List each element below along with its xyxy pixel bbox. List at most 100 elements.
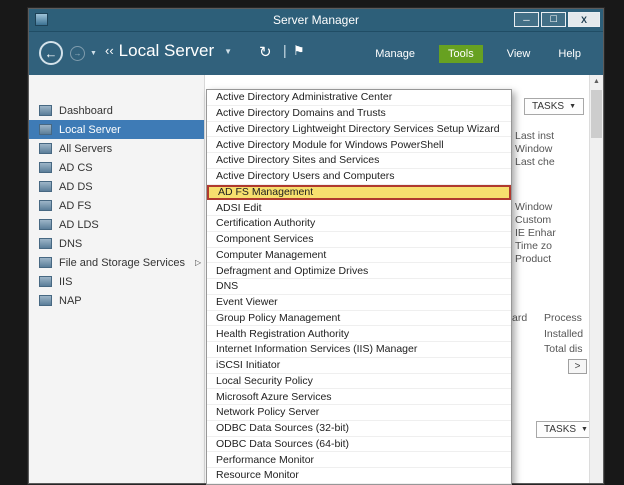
menu-tools[interactable]: Tools — [439, 45, 483, 63]
more-button[interactable]: > — [568, 359, 587, 374]
close-button[interactable]: X — [568, 12, 600, 27]
sidebar-item-ad-cs[interactable]: AD CS — [29, 158, 204, 177]
truncated-text-fragment: Window — [515, 201, 552, 213]
sidebar-item-label: All Servers — [59, 143, 112, 155]
sidebar-item-all-servers[interactable]: All Servers — [29, 139, 204, 158]
back-button[interactable]: ← — [39, 41, 63, 65]
tools-menu-item-active-directory-domains-and-trusts[interactable]: Active Directory Domains and Trusts — [207, 106, 511, 122]
breadcrumb-chevrons-icon: ‹‹ — [105, 43, 114, 58]
truncated-text-fragment: ard — [512, 312, 527, 324]
tools-menu-item-defragment-and-optimize-drives[interactable]: Defragment and Optimize Drives — [207, 263, 511, 279]
breadcrumb[interactable]: ‹‹ Local Server ▼ — [105, 41, 232, 61]
tools-menu-item-microsoft-azure-services[interactable]: Microsoft Azure Services — [207, 389, 511, 405]
breadcrumb-dropdown-icon[interactable]: ▼ — [224, 47, 232, 56]
chevron-down-icon: ▼ — [581, 426, 588, 433]
sidebar-item-local-server[interactable]: Local Server — [29, 120, 204, 139]
sidebar-item-label: DNS — [59, 238, 82, 250]
tools-menu-item-local-security-policy[interactable]: Local Security Policy — [207, 374, 511, 390]
sidebar-item-label: AD DS — [59, 181, 93, 193]
tools-menu-item-certification-authority[interactable]: Certification Authority — [207, 216, 511, 232]
notifications-flag-icon[interactable]: ⚑ — [293, 43, 305, 59]
sidebar-item-dns[interactable]: DNS — [29, 234, 204, 253]
all-servers-icon — [39, 143, 52, 154]
truncated-text-fragment: Custom — [515, 214, 551, 226]
tools-menu-item-health-registration-authority[interactable]: Health Registration Authority — [207, 326, 511, 342]
tools-menu-item-iscsi-initiator[interactable]: iSCSI Initiator — [207, 358, 511, 374]
maximize-button[interactable]: ☐ — [541, 12, 566, 27]
menu-view[interactable]: View — [503, 45, 535, 63]
tools-menu-item-network-policy-server[interactable]: Network Policy Server — [207, 405, 511, 421]
events-tasks-button[interactable]: TASKS ▼ — [536, 421, 596, 438]
tools-menu-item-group-policy-management[interactable]: Group Policy Management — [207, 311, 511, 327]
sidebar-item-nap[interactable]: NAP — [29, 291, 204, 310]
tasks-button[interactable]: TASKS ▼ — [524, 98, 584, 115]
minimize-button[interactable]: ─ — [514, 12, 539, 27]
tools-menu-item-odbc-data-sources-32-bit[interactable]: ODBC Data Sources (32-bit) — [207, 421, 511, 437]
navigation-bar: ← → ▼ ‹‹Local Server▼ ↻ | ⚑ ManageToolsV… — [29, 31, 603, 75]
sidebar-item-label: IIS — [59, 276, 72, 288]
vertical-scrollbar[interactable]: ▲ — [589, 75, 603, 483]
forward-button[interactable]: → — [70, 46, 85, 61]
sidebar-item-ad-lds[interactable]: AD LDS — [29, 215, 204, 234]
tools-menu-item-active-directory-administrative-center[interactable]: Active Directory Administrative Center — [207, 90, 511, 106]
refresh-icon[interactable]: ↻ — [259, 43, 272, 61]
truncated-text-fragment: Window — [515, 143, 552, 155]
menu-help[interactable]: Help — [554, 45, 585, 63]
dashboard-icon — [39, 105, 52, 116]
chevron-down-icon: ▼ — [569, 103, 576, 110]
ad-cs-icon — [39, 162, 52, 173]
tasks-button-label: TASKS — [532, 101, 564, 112]
tools-menu-item-event-viewer[interactable]: Event Viewer — [207, 295, 511, 311]
sidebar-item-ad-fs[interactable]: AD FS — [29, 196, 204, 215]
tools-menu-item-ad-fs-management[interactable]: AD FS Management — [207, 185, 511, 201]
tools-menu-item-active-directory-users-and-computers[interactable]: Active Directory Users and Computers — [207, 169, 511, 185]
scrollbar-thumb[interactable] — [591, 90, 602, 138]
history-dropdown-icon[interactable]: ▼ — [90, 50, 97, 57]
navbar-menus: Manage Tools View Help — [371, 32, 585, 75]
file-storage-icon — [39, 257, 52, 268]
local-server-icon — [39, 124, 52, 135]
ad-ds-icon — [39, 181, 52, 192]
truncated-text-fragment: Last inst — [515, 130, 554, 142]
tools-menu-item-internet-information-services-iis-manager[interactable]: Internet Information Services (IIS) Mana… — [207, 342, 511, 358]
truncated-text-fragment: Process — [544, 312, 582, 324]
dns-icon — [39, 238, 52, 249]
sidebar-item-label: Local Server — [59, 124, 121, 136]
sidebar-item-ad-ds[interactable]: AD DS — [29, 177, 204, 196]
truncated-text-fragment: Total dis — [544, 343, 583, 355]
truncated-text-fragment: Last che — [515, 156, 555, 168]
tools-menu-item-odbc-data-sources-64-bit[interactable]: ODBC Data Sources (64-bit) — [207, 437, 511, 453]
menu-manage[interactable]: Manage — [371, 45, 419, 63]
sidebar-item-label: NAP — [59, 295, 82, 307]
titlebar: Server Manager ─ ☐ X — [29, 9, 603, 31]
tools-menu-item-active-directory-sites-and-services[interactable]: Active Directory Sites and Services — [207, 153, 511, 169]
truncated-text-fragment: Installed — [544, 328, 583, 340]
sidebar-item-file-and-storage-services[interactable]: File and Storage Services ▷ — [29, 253, 204, 272]
tools-dropdown-menu: Active Directory Administrative CenterAc… — [206, 89, 512, 485]
truncated-text-fragment: Product — [515, 253, 551, 265]
expand-arrow-icon[interactable]: ▷ — [195, 258, 201, 267]
ad-fs-icon — [39, 200, 52, 211]
sidebar-item-label: AD CS — [59, 162, 93, 174]
truncated-text-fragment: IE Enhar — [515, 227, 556, 239]
sidebar-item-iis[interactable]: IIS — [29, 272, 204, 291]
breadcrumb-label: Local Server — [119, 41, 214, 60]
sidebar-item-label: File and Storage Services — [59, 257, 185, 269]
tools-menu-item-dns[interactable]: DNS — [207, 279, 511, 295]
sidebar-item-label: Dashboard — [59, 105, 113, 117]
tools-menu-item-computer-management[interactable]: Computer Management — [207, 248, 511, 264]
tools-menu-item-component-services[interactable]: Component Services — [207, 232, 511, 248]
tools-menu-item-adsi-edit[interactable]: ADSI Edit — [207, 200, 511, 216]
tools-menu-item-resource-monitor[interactable]: Resource Monitor — [207, 468, 511, 484]
sidebar-item-label: AD LDS — [59, 219, 99, 231]
nap-icon — [39, 295, 52, 306]
ad-lds-icon — [39, 219, 52, 230]
scroll-up-icon[interactable]: ▲ — [590, 75, 603, 89]
sidebar: Dashboard Local Server All Servers AD CS AD … — [29, 75, 205, 483]
server-manager-window: Server Manager ─ ☐ X ← → ▼ ‹‹ Local Serve… — [28, 8, 604, 484]
tools-menu-item-active-directory-module-for-windows-powershell[interactable]: Active Directory Module for Windows Powe… — [207, 137, 511, 153]
tools-menu-item-active-directory-lightweight-directory-services-setup-wizard[interactable]: Active Directory Lightweight Directory S… — [207, 122, 511, 138]
sidebar-item-dashboard[interactable]: Dashboard — [29, 101, 204, 120]
events-tasks-label: TASKS — [544, 424, 576, 435]
tools-menu-item-performance-monitor[interactable]: Performance Monitor — [207, 452, 511, 468]
